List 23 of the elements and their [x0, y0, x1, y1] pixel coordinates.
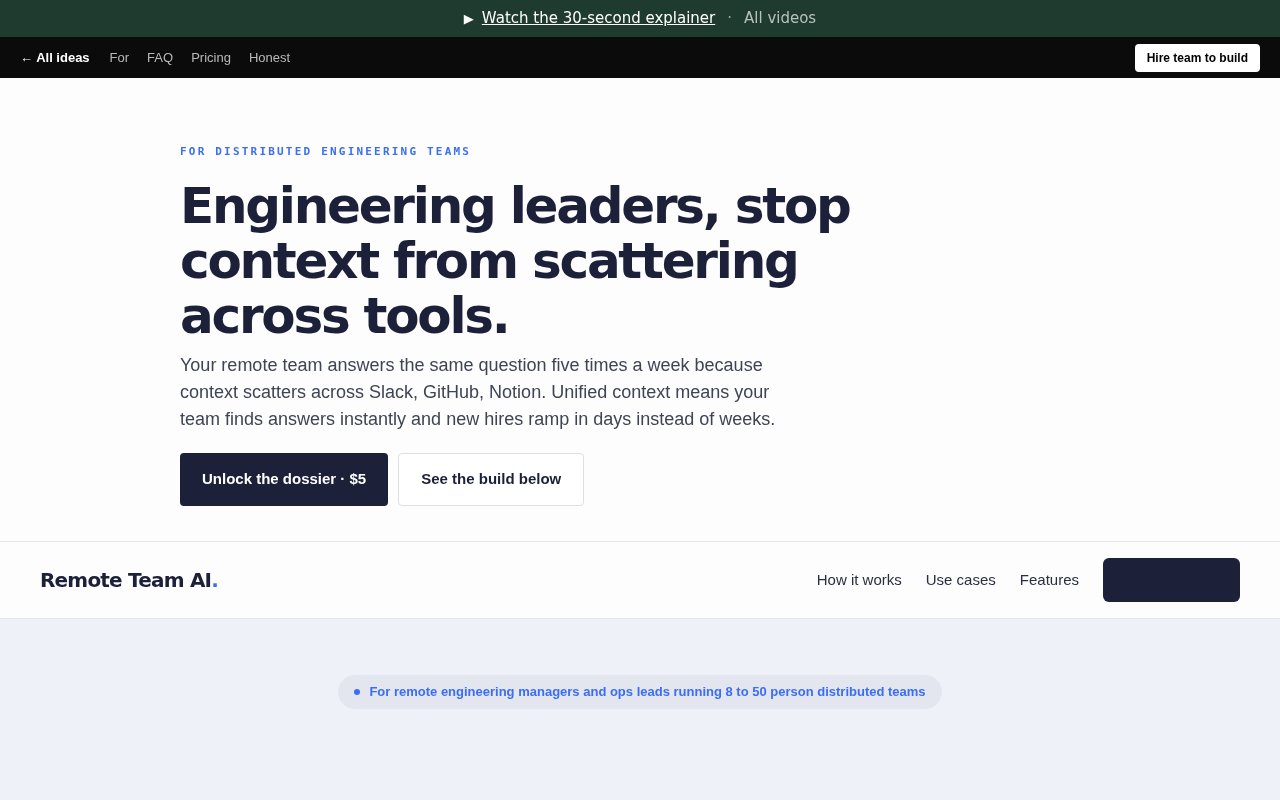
back-link[interactable]: ← All ideas [20, 47, 90, 68]
eyebrow-label: FOR DISTRIBUTED ENGINEERING TEAMS [180, 144, 473, 160]
brand-name[interactable]: Remote Team AI [40, 565, 212, 595]
nav-link[interactable]: For [109, 47, 130, 68]
explainer-link[interactable]: Watch the 30-second explainer [481, 7, 716, 30]
play-icon: ▶ [463, 8, 474, 29]
brand-dot: . [211, 567, 218, 594]
bullet-icon [354, 689, 361, 695]
all-videos-link[interactable]: All videos [744, 7, 817, 30]
nav-link[interactable]: Honest [248, 47, 291, 68]
audience-text: For remote engineering managers and ops leads running 8 to 50 person distributed teams [369, 683, 926, 702]
header-link[interactable]: How it works [816, 568, 902, 592]
separator: · [727, 8, 732, 30]
hire-button[interactable]: Hire team to build [1134, 43, 1260, 72]
header-link[interactable]: Features [1019, 568, 1079, 592]
header-button[interactable] [1103, 558, 1240, 602]
nav-link[interactable]: FAQ [147, 47, 174, 68]
header-link[interactable]: Use cases [925, 568, 996, 592]
nav-link[interactable]: Pricing [191, 47, 231, 68]
hero-description: Your remote team answers the same question five times a week because context scatters across Slack, GitHub, Notion. Unified context means your team finds answers instantly and new hires ramp in days instead of weeks. [180, 353, 777, 431]
hero-headline: Engineering leaders, stop context from scattering across tools. [180, 178, 851, 344]
see-build-button[interactable]: See the build below [398, 452, 585, 506]
unlock-button[interactable]: Unlock the dossier · $5 [180, 452, 389, 506]
